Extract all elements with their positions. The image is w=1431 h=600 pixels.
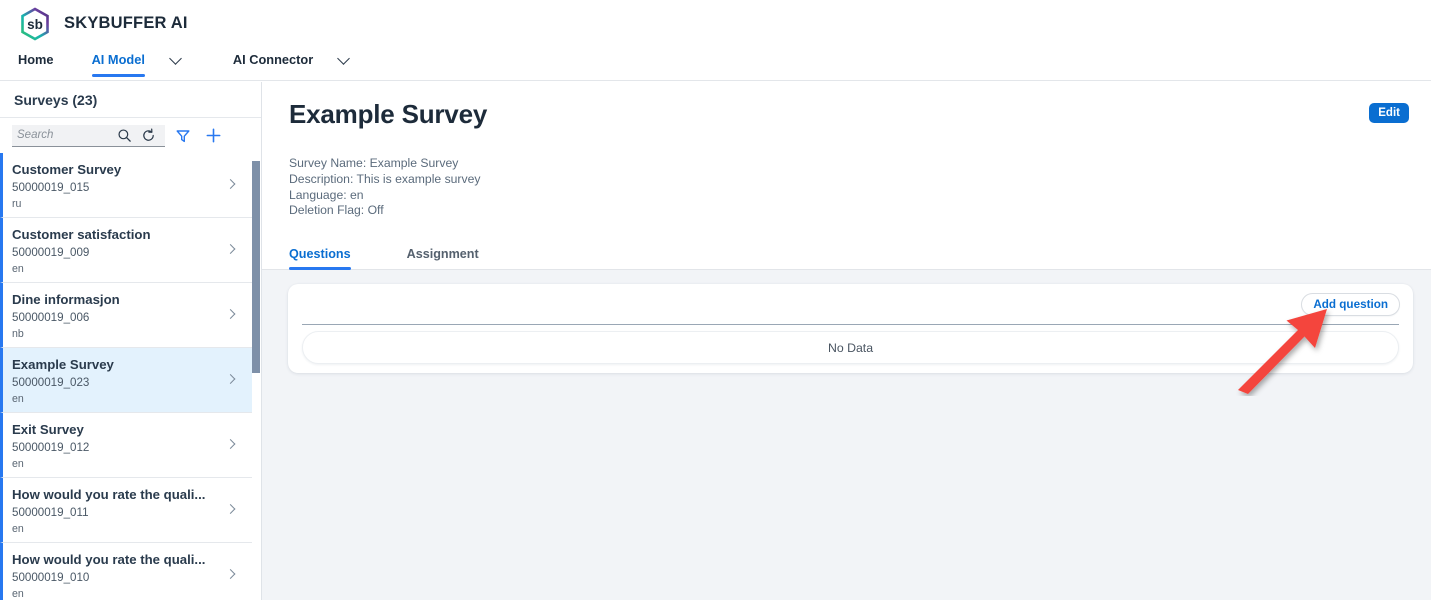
survey-id: 50000019_011 xyxy=(12,506,89,519)
add-question-button[interactable]: Add question xyxy=(1301,292,1400,316)
meta-language: Language: en xyxy=(289,187,364,202)
survey-language: ru xyxy=(12,198,22,210)
chevron-right-icon xyxy=(227,376,236,385)
chevron-right-icon xyxy=(227,311,236,320)
survey-list-item[interactable]: How would you rate the quali... 50000019… xyxy=(0,543,261,600)
survey-meta: Survey Name: Example Survey Description:… xyxy=(262,130,1431,219)
page-title: Example Survey xyxy=(289,99,488,129)
survey-name: Example Survey xyxy=(12,357,114,372)
search-field[interactable] xyxy=(12,124,165,147)
survey-list-item-selected[interactable]: Example Survey 50000019_023 en xyxy=(0,348,261,413)
search-input[interactable] xyxy=(17,129,112,141)
brand-name: SKYBUFFER AI xyxy=(64,14,188,32)
sidebar-scrollbar-track[interactable] xyxy=(252,153,261,600)
nav-item-ai-connector[interactable]: AI Connector xyxy=(233,47,313,80)
survey-list-item[interactable]: Customer Survey 50000019_015 ru xyxy=(0,153,261,218)
survey-list-item[interactable]: Customer satisfaction 50000019_009 en xyxy=(0,218,261,283)
page-header: Example Survey Edit xyxy=(262,82,1431,130)
sidebar: Surveys (23) Search Customer Survey 5000… xyxy=(0,82,262,600)
questions-card: Add question No Data xyxy=(288,284,1413,374)
chevron-down-icon xyxy=(337,52,351,66)
survey-id: 50000019_015 xyxy=(12,181,90,194)
tab-assignment[interactable]: Assignment xyxy=(407,247,479,269)
chevron-right-icon xyxy=(227,506,236,515)
top-bar: sb SKYBUFFER AI xyxy=(0,0,1431,47)
brand[interactable]: sb SKYBUFFER AI xyxy=(17,6,188,42)
survey-name: How would you rate the quali... xyxy=(12,487,206,502)
edit-button[interactable]: Edit xyxy=(1369,103,1409,123)
nav-dropdown-ai-connector[interactable] xyxy=(337,47,351,80)
survey-language: en xyxy=(12,263,24,275)
add-icon[interactable] xyxy=(201,125,225,147)
scroll-up-arrow-icon[interactable] xyxy=(252,154,260,166)
survey-language: en xyxy=(12,458,24,470)
survey-language: nb xyxy=(12,328,24,340)
questions-panel: Add question No Data xyxy=(262,270,1431,600)
survey-id: 50000019_023 xyxy=(12,376,90,389)
sidebar-toolbar xyxy=(0,118,261,153)
sidebar-title: Surveys (23) xyxy=(14,91,98,108)
nav-label-ai-model: AI Model xyxy=(91,52,146,77)
app-root: sb SKYBUFFER AI Home AI Model AI Connect… xyxy=(0,0,1431,600)
nav-label-ai-connector: AI Connector xyxy=(232,51,314,67)
chevron-down-icon xyxy=(169,52,183,66)
chevron-right-icon xyxy=(227,246,236,255)
no-data-label: No Data xyxy=(827,340,874,355)
nav-item-home[interactable]: Home xyxy=(18,47,54,80)
skybuffer-logo-icon: sb xyxy=(17,6,53,42)
tab-bar: Questions Assignment xyxy=(262,219,1431,271)
survey-name: Dine informasjon xyxy=(12,292,120,307)
survey-id: 50000019_010 xyxy=(12,571,90,584)
survey-name: Exit Survey xyxy=(12,422,84,437)
svg-text:sb: sb xyxy=(27,17,43,32)
survey-id: 50000019_006 xyxy=(12,311,90,324)
nav-dropdown-ai-model[interactable] xyxy=(169,47,183,80)
survey-list-item[interactable]: How would you rate the quali... 50000019… xyxy=(0,478,261,543)
survey-list-item[interactable]: Exit Survey 50000019_012 en xyxy=(0,413,261,478)
survey-language: en xyxy=(12,588,24,600)
main-content: Example Survey Edit Survey Name: Example… xyxy=(262,82,1431,600)
chevron-right-icon xyxy=(227,571,236,580)
filter-icon[interactable] xyxy=(171,125,195,147)
survey-name: Customer satisfaction xyxy=(12,227,151,242)
card-divider xyxy=(302,324,1399,326)
search-icon[interactable] xyxy=(112,124,136,146)
refresh-icon[interactable] xyxy=(136,124,160,146)
sidebar-header: Surveys (23) xyxy=(0,82,261,118)
nav-item-ai-model[interactable]: AI Model xyxy=(91,47,146,80)
nav-label-home: Home xyxy=(18,51,54,67)
survey-language: en xyxy=(12,393,24,405)
survey-list-item[interactable]: Dine informasjon 50000019_006 nb xyxy=(0,283,261,348)
survey-language: en xyxy=(12,523,24,535)
survey-list: Customer Survey 50000019_015 ru Customer… xyxy=(0,153,261,600)
meta-deletion-flag: Deletion Flag: Off xyxy=(289,203,384,218)
survey-name: How would you rate the quali... xyxy=(12,552,206,567)
card-toolbar: Add question xyxy=(288,284,1413,324)
chevron-right-icon xyxy=(227,441,236,450)
meta-survey-name: Survey Name: Example Survey xyxy=(289,156,459,170)
chevron-right-icon xyxy=(227,181,236,190)
survey-name: Customer Survey xyxy=(12,162,122,177)
survey-id: 50000019_009 xyxy=(12,246,90,259)
empty-state-row: No Data xyxy=(302,331,1399,365)
survey-id: 50000019_012 xyxy=(12,441,90,454)
tab-questions[interactable]: Questions xyxy=(289,247,351,271)
sidebar-scrollbar-thumb[interactable] xyxy=(252,161,260,373)
meta-description: Description: This is example survey xyxy=(289,171,481,186)
main-navigation: Home AI Model AI Connector xyxy=(0,47,1431,81)
